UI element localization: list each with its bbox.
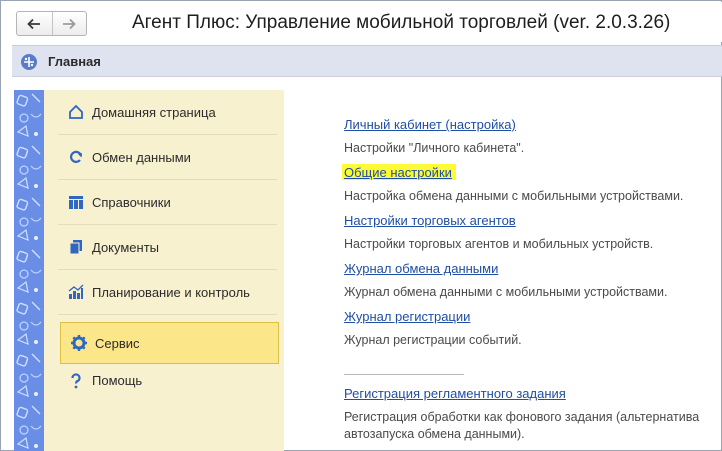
sidebar-item-label: Справочники [92, 194, 171, 210]
gear-icon [70, 334, 88, 352]
command-description: Настройки торговых агентов и мобильных у… [344, 237, 654, 251]
sync-icon [67, 148, 85, 166]
command-description: Журнал регистрации событий. [344, 333, 522, 347]
command-description: Настройки "Личного кабинета". [344, 141, 525, 155]
command-agent-settings: Настройки торговых агентов Настройки тор… [344, 212, 714, 253]
section-title: Главная [48, 54, 101, 69]
command-link[interactable]: Журнал обмена данными [344, 261, 498, 276]
command-link[interactable]: Общие настройки [342, 164, 456, 180]
command-event-log: Журнал регистрации Журнал регистрации со… [344, 308, 714, 349]
arrow-right-icon [63, 18, 77, 29]
catalog-icon [67, 193, 85, 211]
main-section-icon [20, 53, 38, 76]
command-link[interactable]: Журнал регистрации [344, 309, 470, 324]
documents-icon [67, 238, 85, 256]
sidebar-item-documents[interactable]: Документы [58, 225, 277, 270]
window-title: Агент Плюс: Управление мобильной торговл… [132, 12, 671, 33]
forward-button[interactable] [51, 12, 87, 35]
divider [344, 374, 464, 375]
sidebar-item-label: Помощь [92, 373, 143, 388]
sections-panel: Домашняя страница Обмен данными Справочн… [44, 90, 284, 451]
sidebar-item-label: Домашняя страница [92, 104, 216, 120]
sidebar-item-label: Документы [92, 239, 160, 255]
sidebar-item-label: Планирование и контроль [92, 284, 250, 300]
command-personal-account: Личный кабинет (настройка) Настройки "Ли… [344, 116, 714, 157]
command-link[interactable]: Настройки торговых агентов [344, 213, 516, 228]
decorative-strip [14, 90, 44, 451]
home-icon [67, 103, 85, 121]
help-icon [67, 372, 85, 390]
sidebar-item-home[interactable]: Домашняя страница [58, 90, 277, 135]
command-link[interactable]: Регистрация регламентного задания [344, 386, 566, 401]
title-bar: Агент Плюс: Управление мобильной торговл… [2, 2, 722, 42]
command-general-settings: Общие настройки Настройка обмена данными… [342, 164, 714, 205]
sidebar-item-planning[interactable]: Планирование и контроль [58, 270, 277, 315]
arrow-left-icon [27, 18, 41, 29]
app-window: Агент Плюс: Управление мобильной торговл… [0, 0, 722, 451]
sidebar-item-label: Сервис [95, 335, 140, 351]
command-link[interactable]: Личный кабинет (настройка) [344, 117, 516, 132]
command-description: Настройка обмена данными с мобильными ус… [344, 189, 684, 203]
command-description: Журнал обмена данными с мобильными устро… [344, 285, 668, 299]
sidebar-item-catalogs[interactable]: Справочники [58, 180, 277, 225]
sidebar-item-help[interactable]: Помощь [58, 358, 277, 403]
section-header: Главная [12, 45, 722, 77]
command-description: Регистрация обработки как фонового задан… [344, 410, 700, 441]
command-scheduled-job: Регистрация регламентного задания Регист… [344, 385, 714, 443]
sidebar-item-exchange[interactable]: Обмен данными [58, 135, 277, 180]
command-exchange-log: Журнал обмена данными Журнал обмена данн… [344, 260, 714, 301]
sidebar-item-label: Обмен данными [92, 149, 191, 165]
chart-icon [67, 283, 85, 301]
navigation-buttons [16, 11, 87, 36]
back-button[interactable] [17, 12, 52, 35]
